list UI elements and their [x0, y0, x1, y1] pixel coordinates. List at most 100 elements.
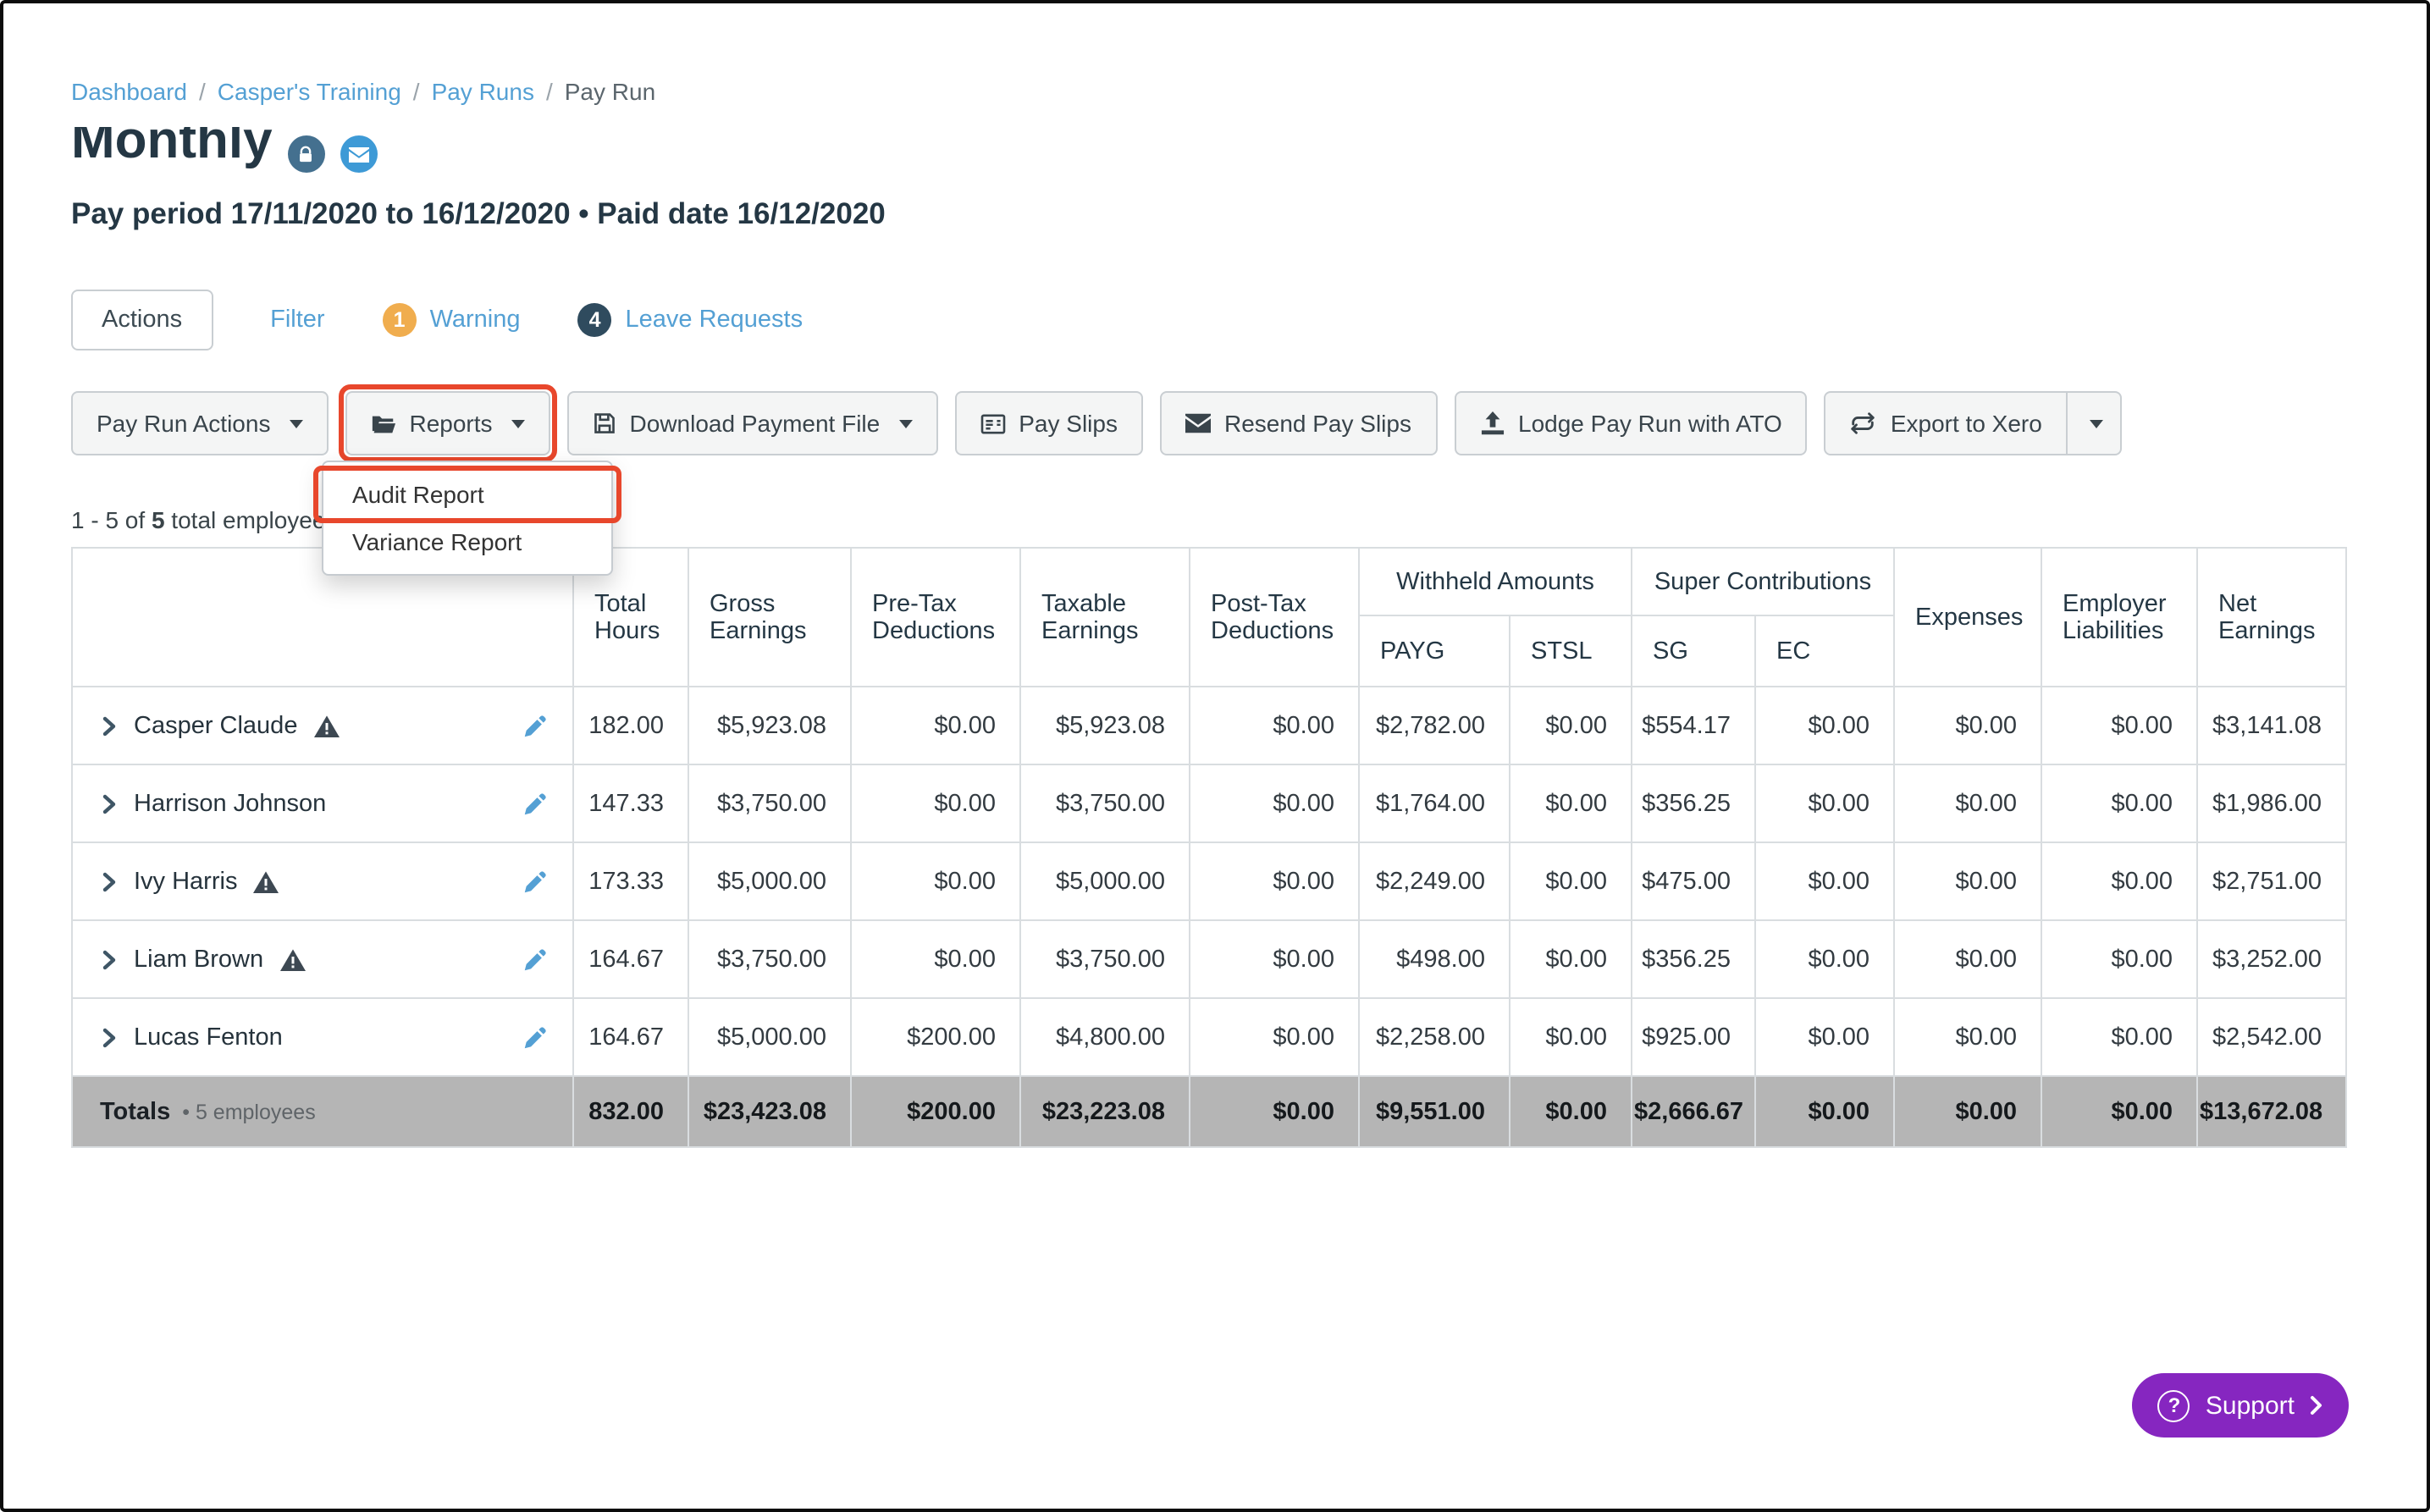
warning-icon[interactable] [312, 714, 340, 737]
edit-pencil-icon[interactable] [523, 869, 547, 893]
tab-filter[interactable]: Filter [270, 306, 324, 334]
employee-name[interactable]: Casper Claude [134, 712, 297, 739]
expand-chevron-icon[interactable] [100, 793, 119, 814]
lodge-pay-run-ato-label: Lodge Pay Run with ATO [1518, 410, 1782, 437]
export-to-xero-caret-button[interactable] [2066, 391, 2122, 455]
tab-warning[interactable]: 1 Warning [383, 303, 521, 337]
edit-pencil-icon[interactable] [523, 714, 547, 737]
expand-chevron-icon[interactable] [100, 1027, 119, 1047]
reports-button[interactable]: Reports [345, 391, 550, 455]
export-to-xero-split-button: Export to Xero [1825, 391, 2122, 455]
support-button[interactable]: ? Support [2133, 1373, 2349, 1438]
col-gross-earnings: Gross Earnings [688, 548, 851, 687]
table-cell: 164.67 [573, 998, 688, 1076]
tab-leave-requests[interactable]: 4 Leave Requests [578, 303, 804, 337]
table-cell: $1,986.00 [2197, 764, 2346, 842]
warning-count-badge: 1 [383, 303, 417, 337]
breadcrumb: Dashboard / Casper's Training / Pay Runs… [71, 78, 2359, 105]
pay-run-actions-button[interactable]: Pay Run Actions [71, 391, 328, 455]
tab-warning-label: Warning [430, 306, 521, 334]
employee-name[interactable]: Harrison Johnson [134, 790, 326, 817]
table-cell: 182.00 [573, 687, 688, 764]
employer-liabilities-total: $0.00 [2041, 1076, 2197, 1147]
table-row: Lucas Fenton164.67$5,000.00$200.00$4,800… [72, 998, 2346, 1076]
net-earnings-total: $13,672.08 [2197, 1076, 2346, 1147]
table-cell: $2,542.00 [2197, 998, 2346, 1076]
table-cell: $356.25 [1632, 764, 1755, 842]
table-cell: $0.00 [2041, 998, 2197, 1076]
employee-name[interactable]: Liam Brown [134, 946, 263, 973]
table-cell: $2,782.00 [1359, 687, 1510, 764]
breadcrumb-business[interactable]: Casper's Training [218, 78, 401, 105]
resend-pay-slips-button[interactable]: Resend Pay Slips [1160, 391, 1437, 455]
pay-period-subtitle: Pay period 17/11/2020 to 16/12/2020 • Pa… [71, 196, 2359, 232]
table-cell: $0.00 [1190, 687, 1359, 764]
payslip-card-icon [980, 412, 1005, 434]
table-cell: $0.00 [1510, 687, 1632, 764]
lodge-pay-run-ato-button[interactable]: Lodge Pay Run with ATO [1454, 391, 1808, 455]
reports-dropdown-menu: Audit Report Variance Report [322, 461, 613, 576]
employee-name[interactable]: Ivy Harris [134, 868, 237, 895]
breadcrumb-separator: / [199, 78, 206, 105]
expand-chevron-icon[interactable] [100, 871, 119, 891]
warning-icon[interactable] [252, 869, 279, 893]
taxable-earnings-total: $23,223.08 [1020, 1076, 1190, 1147]
warning-icon[interactable] [279, 947, 306, 971]
table-row: Casper Claude182.00$5,923.08$0.00$5,923.… [72, 687, 2346, 764]
breadcrumb-dashboard[interactable]: Dashboard [71, 78, 187, 105]
sync-arrows-icon [1850, 411, 1877, 435]
col-payg: PAYG [1359, 615, 1510, 687]
totals-employee-count: • 5 employees [182, 1100, 315, 1123]
chevron-right-icon [2310, 1395, 2323, 1415]
caret-down-icon [898, 419, 912, 428]
employee-name-cell: Ivy Harris [72, 842, 573, 920]
envelope-icon [1185, 413, 1211, 433]
lock-icon[interactable] [288, 135, 325, 173]
table-cell: $0.00 [1755, 764, 1894, 842]
totals-label-cell: Totals • 5 employees [72, 1076, 573, 1147]
table-cell: $0.00 [1755, 687, 1894, 764]
pay-slips-button[interactable]: Pay Slips [954, 391, 1143, 455]
export-to-xero-button[interactable]: Export to Xero [1825, 391, 2068, 455]
totals-label: Totals [100, 1098, 170, 1125]
table-cell: $3,750.00 [1020, 764, 1190, 842]
group-super-contributions: Super Contributions [1632, 548, 1894, 615]
download-payment-file-button[interactable]: Download Payment File [567, 391, 938, 455]
leave-requests-count-badge: 4 [578, 303, 612, 337]
page-header: Monthly [71, 127, 2359, 179]
table-cell: $925.00 [1632, 998, 1755, 1076]
table-cell: $0.00 [1510, 998, 1632, 1076]
folder-open-icon [370, 412, 395, 434]
col-net-earnings: Net Earnings [2197, 548, 2346, 687]
tab-actions[interactable]: Actions [71, 290, 213, 350]
menu-item-audit-report[interactable]: Audit Report [323, 471, 611, 518]
table-cell: $3,750.00 [1020, 920, 1190, 998]
col-pretax-deductions: Pre-Tax Deductions [851, 548, 1020, 687]
table-cell: $0.00 [2041, 764, 2197, 842]
edit-pencil-icon[interactable] [523, 947, 547, 971]
table-cell: $0.00 [851, 842, 1020, 920]
summary-prefix: 1 - 5 of [71, 506, 152, 533]
edit-pencil-icon[interactable] [523, 1025, 547, 1049]
employee-name[interactable]: Lucas Fenton [134, 1024, 283, 1051]
expand-chevron-icon[interactable] [100, 715, 119, 736]
table-cell: $356.25 [1632, 920, 1755, 998]
expand-chevron-icon[interactable] [100, 949, 119, 969]
caret-down-icon [2090, 419, 2103, 428]
table-cell: $0.00 [851, 764, 1020, 842]
expenses-total: $0.00 [1894, 1076, 2041, 1147]
table-cell: $0.00 [1190, 920, 1359, 998]
export-to-xero-label: Export to Xero [1891, 410, 2042, 437]
pay-run-actions-label: Pay Run Actions [97, 410, 270, 437]
envelope-icon[interactable] [340, 135, 378, 173]
edit-pencil-icon[interactable] [523, 792, 547, 815]
app-window: Dashboard / Casper's Training / Pay Runs… [0, 0, 2430, 1512]
col-sg: SG [1632, 615, 1755, 687]
employee-rows: Casper Claude182.00$5,923.08$0.00$5,923.… [72, 687, 2346, 1076]
total-hours-total: 832.00 [573, 1076, 688, 1147]
summary-count: 5 [152, 506, 165, 533]
breadcrumb-pay-runs[interactable]: Pay Runs [432, 78, 534, 105]
totals-row: Totals • 5 employees 832.00 $23,423.08 $… [72, 1076, 2346, 1147]
menu-item-variance-report[interactable]: Variance Report [323, 518, 611, 566]
table-cell: $0.00 [1755, 842, 1894, 920]
